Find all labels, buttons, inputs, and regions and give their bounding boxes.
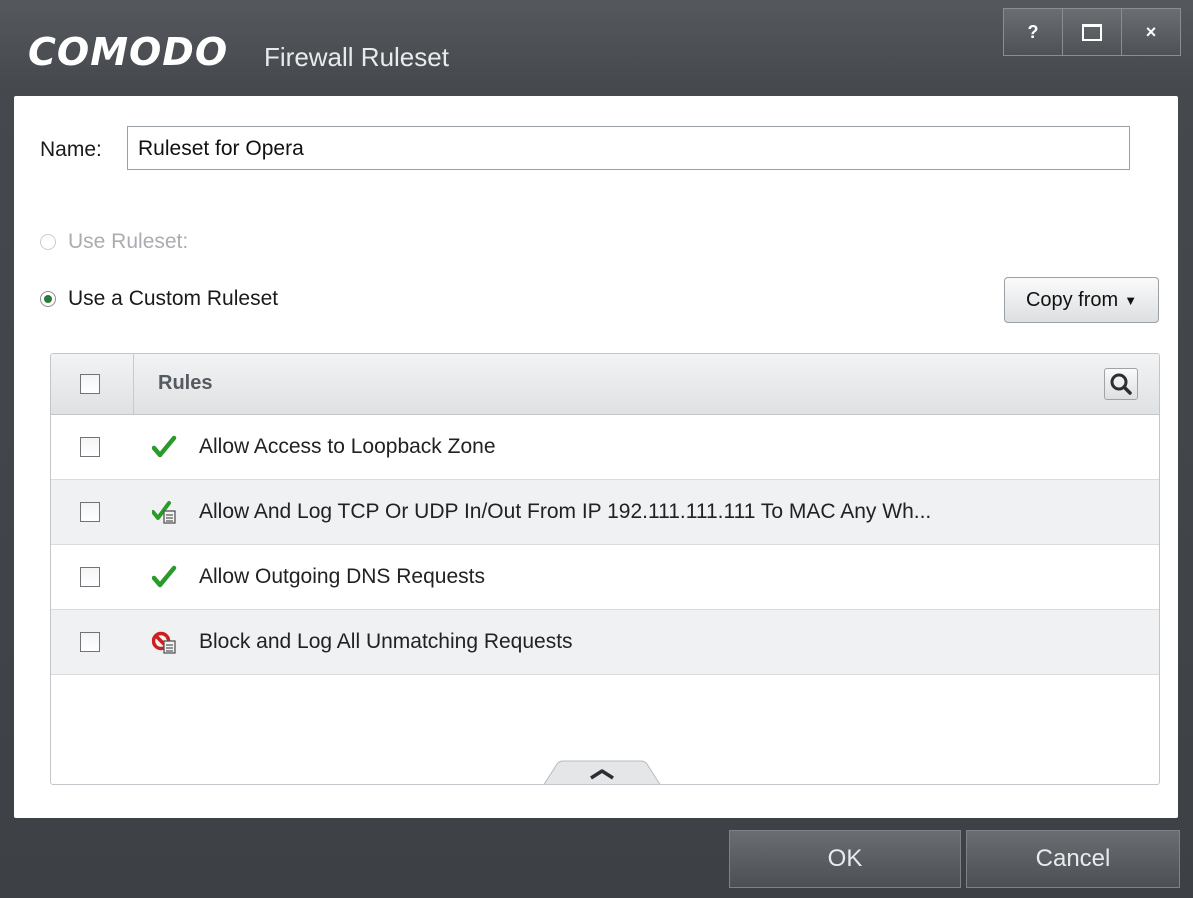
help-button[interactable]: ? — [1003, 8, 1063, 56]
header-divider — [133, 354, 134, 414]
table-row[interactable]: Block and Log All Unmatching Requests — [51, 610, 1159, 675]
use-ruleset-radio[interactable] — [40, 234, 56, 250]
rules-table-header: Rules — [51, 354, 1159, 415]
firewall-ruleset-window: COMODO Firewall Ruleset ? × Name: Rulese… — [0, 0, 1193, 898]
collapse-toggle[interactable] — [543, 760, 661, 785]
search-icon — [1110, 373, 1132, 395]
rule-label: Block and Log All Unmatching Requests — [199, 630, 573, 653]
maximize-icon — [1082, 23, 1102, 41]
window-controls: ? × — [1003, 8, 1181, 56]
window-title: Firewall Ruleset — [264, 42, 449, 72]
table-row[interactable]: Allow Outgoing DNS Requests — [51, 545, 1159, 610]
table-row[interactable]: Allow Access to Loopback Zone — [51, 415, 1159, 480]
row-checkbox[interactable] — [80, 437, 100, 457]
use-custom-ruleset-option[interactable]: Use a Custom Ruleset — [40, 287, 278, 311]
title-bar[interactable]: COMODO Firewall Ruleset ? × — [0, 0, 1193, 96]
rule-label: Allow Access to Loopback Zone — [199, 435, 496, 458]
close-button[interactable]: × — [1121, 8, 1181, 56]
use-custom-ruleset-label: Use a Custom Ruleset — [68, 287, 279, 310]
content-panel: Name: Ruleset for Opera Use Ruleset: Use… — [14, 96, 1178, 818]
name-label: Name: — [40, 138, 102, 161]
copy-from-button[interactable]: Copy from ▼ — [1004, 277, 1159, 323]
ok-button[interactable]: OK — [729, 830, 961, 888]
use-ruleset-label: Use Ruleset: — [68, 230, 189, 253]
copy-from-label: Copy from — [1025, 288, 1119, 311]
rules-column-header[interactable]: Rules — [158, 372, 212, 395]
cancel-label: Cancel — [1035, 845, 1111, 872]
row-checkbox[interactable] — [80, 632, 100, 652]
ok-label: OK — [827, 845, 863, 872]
maximize-button[interactable] — [1062, 8, 1122, 56]
allow-icon — [152, 435, 177, 458]
search-button[interactable] — [1104, 368, 1138, 400]
name-input[interactable]: Ruleset for Opera — [127, 126, 1130, 170]
rule-label: Allow Outgoing DNS Requests — [199, 565, 485, 588]
row-checkbox[interactable] — [80, 567, 100, 587]
use-custom-ruleset-radio[interactable] — [40, 291, 56, 307]
help-icon: ? — [1027, 21, 1039, 42]
row-checkbox[interactable] — [80, 502, 100, 522]
select-all-checkbox[interactable] — [80, 374, 100, 394]
cancel-button[interactable]: Cancel — [966, 830, 1180, 888]
table-row[interactable]: Allow And Log TCP Or UDP In/Out From IP … — [51, 480, 1159, 545]
rules-table: Rules Allow Access to Loopback Zone Allo… — [50, 353, 1160, 785]
allow-log-icon — [152, 501, 176, 524]
comodo-logo: COMODO — [28, 30, 229, 74]
use-ruleset-option[interactable]: Use Ruleset: — [40, 230, 188, 254]
chevron-down-icon: ▼ — [1124, 292, 1138, 308]
block-log-icon — [152, 631, 176, 654]
allow-icon — [152, 565, 177, 588]
rule-label: Allow And Log TCP Or UDP In/Out From IP … — [199, 500, 932, 523]
close-icon: × — [1145, 21, 1157, 42]
